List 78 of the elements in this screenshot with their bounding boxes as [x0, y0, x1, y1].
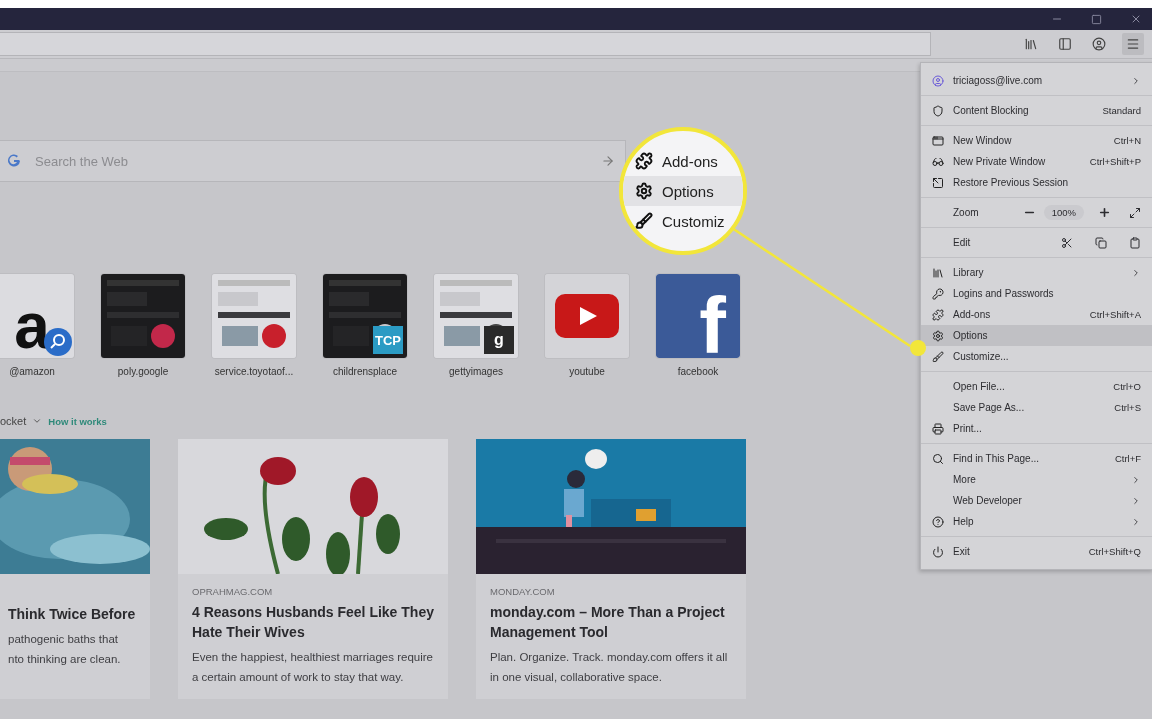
menu-item-icon	[932, 176, 944, 189]
close-icon[interactable]	[1130, 13, 1142, 25]
story-card[interactable]: OPRAHMAG.COM 4 Reasons Husbands Feel Like They Hate Their Wives Even the happiest, healthiest marriages require a certain amount of work to stay that way.	[178, 439, 448, 699]
story-excerpt: Even the happiest, healthiest marriages require a certain amount of work to stay that way.	[192, 650, 434, 685]
cut-icon[interactable]	[1061, 236, 1073, 249]
menu-item[interactable]: More	[921, 469, 1152, 490]
menu-item[interactable]: triciagoss@live.com	[921, 70, 1152, 91]
menu-item-icon	[932, 452, 944, 465]
site-label: youtube	[569, 366, 605, 377]
menu-item[interactable]: Logins and Passwords	[921, 283, 1152, 304]
copy-icon[interactable]	[1095, 236, 1107, 249]
site-thumbnail[interactable]: a	[0, 274, 74, 358]
fullscreen-icon[interactable]	[1129, 206, 1141, 219]
menu-item[interactable]: Library	[921, 262, 1152, 283]
menu-item[interactable]: Restore Previous Session	[921, 172, 1152, 193]
menu-item[interactable]: Save Page As... Ctrl+S	[921, 397, 1152, 418]
chevron-icon[interactable]	[32, 416, 43, 426]
menu-item-icon	[932, 266, 944, 279]
section-title: ocket	[0, 415, 27, 427]
story-title: monday.com – More Than a Project Management Tool	[490, 603, 726, 642]
search-bar[interactable]: Search the Web	[0, 140, 626, 182]
menu-item-icon	[932, 329, 944, 342]
site-label: poly.google	[117, 366, 169, 377]
story-excerpt: pathogenic baths that nto thinking are clean.	[8, 632, 122, 667]
menu-item[interactable]: Exit Ctrl+Shift+Q	[921, 541, 1152, 562]
site-label: facebook	[677, 366, 719, 377]
menu-item[interactable]: New Window Ctrl+N	[921, 130, 1152, 151]
menu-item-icon	[932, 350, 944, 363]
menu-item-icon	[932, 545, 944, 558]
menu-item-icon	[932, 74, 944, 87]
menu-item-icon	[932, 287, 944, 300]
menu-item[interactable]: Content Blocking Standard	[921, 100, 1152, 121]
menu-item[interactable]: Customize...	[921, 346, 1152, 367]
menu-item[interactable]: Print...	[921, 418, 1152, 439]
story-title: 4 Reasons Husbands Feel Like They Hate Their Wives	[192, 603, 434, 642]
restore-icon[interactable]	[1091, 13, 1102, 25]
zoom-label: Zoom	[953, 207, 980, 218]
paste-icon[interactable]	[1129, 236, 1141, 249]
story-source: OPRAHMAG.COM	[192, 586, 274, 597]
site-thumbnail[interactable]	[545, 274, 629, 358]
menu-item-icon	[932, 422, 944, 435]
menu-icon[interactable]	[1122, 33, 1144, 55]
story-source: MONDAY.COM	[490, 586, 556, 597]
menu-item[interactable]: Find in This Page... Ctrl+F	[921, 448, 1152, 469]
menu-item-icon	[932, 155, 944, 168]
edit-label: Edit	[953, 237, 972, 248]
site-label: @amazon	[9, 366, 55, 377]
magnified-item-icon	[635, 152, 653, 170]
menu-item[interactable]: Open File... Ctrl+O	[921, 376, 1152, 397]
menu-item-icon	[932, 308, 944, 321]
zoom-level[interactable]: 100%	[1043, 205, 1084, 220]
search-badge-icon	[44, 328, 72, 356]
go-arrow-icon[interactable]	[601, 154, 615, 168]
menu-item[interactable]: New Private Window Ctrl+Shift+P	[921, 151, 1152, 172]
story-excerpt: Plan. Organize. Track. monday.com offers it all in one visual, collaborative space.	[490, 650, 729, 685]
play-logo-icon	[555, 294, 619, 338]
search-field[interactable]: Search the Web	[33, 152, 589, 170]
menu-item-icon	[932, 134, 944, 147]
menu-item-icon	[932, 104, 944, 117]
menu-item[interactable]: Help	[921, 511, 1152, 532]
story-title: Think Twice Before	[8, 605, 136, 624]
zoom-in-icon[interactable]	[1098, 206, 1111, 219]
pointer-dot	[910, 340, 926, 356]
story-card[interactable]: MONDAY.COM monday.com – More Than a Project Management Tool Plan. Organize. Track. monday.com offers it all in one visual, collaborative space.	[476, 439, 746, 699]
google-icon	[7, 154, 21, 168]
site-thumbnail[interactable]: f	[656, 274, 740, 358]
menu-item-icon	[932, 515, 944, 528]
menu-item[interactable]: Options	[921, 325, 1152, 346]
site-label: childrensplace	[333, 366, 397, 377]
site-badge: TCP	[373, 326, 403, 354]
story-card[interactable]: Think Twice Before pathogenic baths that nto thinking are clean.	[0, 439, 150, 699]
menu-item[interactable]: Web Developer	[921, 490, 1152, 511]
magnified-item-icon	[635, 182, 653, 200]
site-label: service.toyotaof...	[214, 366, 294, 377]
menu-item[interactable]: Add-ons Ctrl+Shift+A	[921, 304, 1152, 325]
site-label: gettyimages	[449, 366, 503, 377]
site-badge: g	[484, 326, 514, 354]
magnified-item-icon	[635, 212, 653, 230]
